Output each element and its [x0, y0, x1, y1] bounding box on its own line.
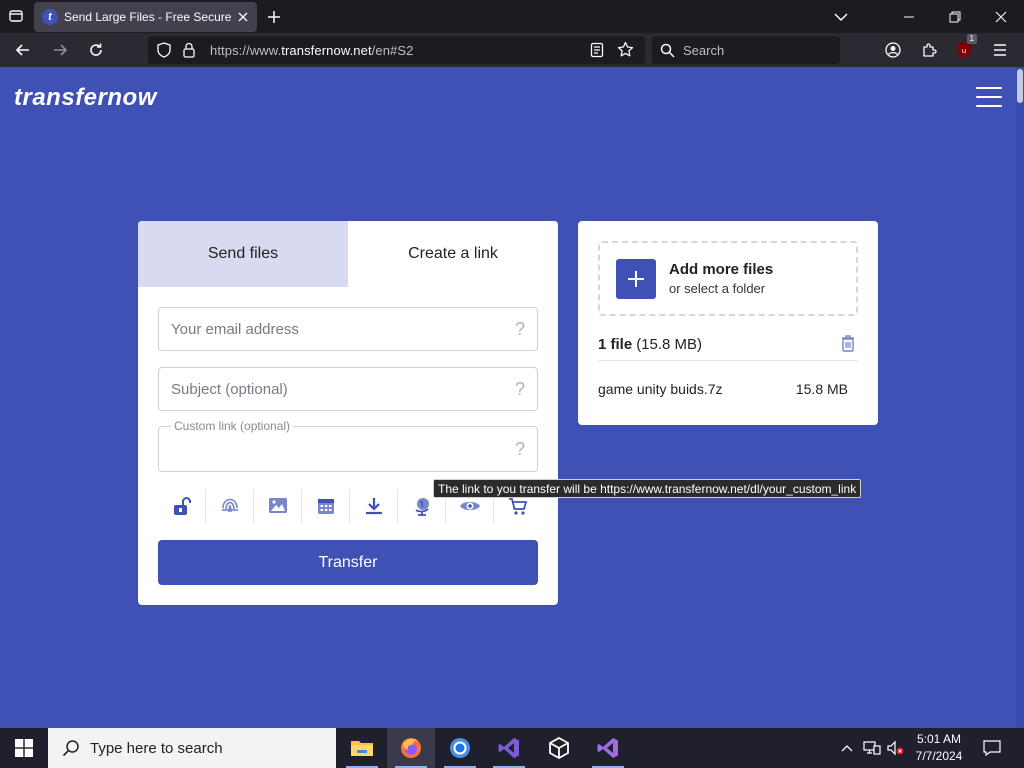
taskbar-search-placeholder: Type here to search [90, 739, 223, 757]
page-scrollbar[interactable] [1016, 67, 1024, 728]
unity-icon[interactable] [535, 728, 583, 768]
trash-icon[interactable] [840, 334, 856, 356]
show-hidden-icons-chevron-icon[interactable] [836, 728, 858, 768]
reader-view-icon[interactable] [590, 42, 604, 63]
windows-start-icon[interactable] [0, 728, 48, 768]
back-arrow-icon[interactable] [10, 37, 36, 63]
list-all-tabs-chevron-icon[interactable] [830, 6, 852, 28]
fingerprint-icon[interactable] [206, 489, 254, 523]
tab-title: Send Large Files - Free Secure File [64, 10, 234, 24]
restore-window-icon[interactable] [932, 0, 978, 33]
select-folder-link[interactable]: or select a folder [669, 281, 773, 296]
download-icon[interactable] [350, 489, 398, 523]
visual-studio-icon[interactable] [584, 728, 632, 768]
browser-tab-bar: t Send Large Files - Free Secure File [0, 0, 1024, 33]
file-name: game unity buids.7z [598, 381, 723, 397]
chrome-icon[interactable] [436, 728, 484, 768]
browser-toolbar: https://www.transfernow.net/en#S2 Search… [0, 33, 1024, 67]
add-files-dropzone[interactable]: Add more files or select a folder [598, 241, 858, 316]
reload-icon[interactable] [83, 37, 109, 63]
files-summary: 1 file (15.8 MB) [598, 329, 858, 361]
transfernow-favicon-icon: t [42, 9, 58, 25]
taskbar-clock[interactable]: 5:01 AM 7/7/2024 [905, 731, 973, 765]
new-tab-icon[interactable] [263, 6, 285, 28]
file-size: 15.8 MB [795, 381, 848, 397]
magnifier-icon [660, 43, 675, 58]
taskbar-search-box[interactable]: Type here to search [48, 728, 336, 768]
url-prefix: https://www. [210, 42, 282, 58]
scrollbar-thumb[interactable] [1017, 69, 1023, 103]
add-plus-icon[interactable] [616, 258, 656, 299]
dropzone-text: Add more files or select a folder [669, 261, 773, 296]
network-icon[interactable] [860, 728, 884, 768]
close-tab-icon[interactable] [235, 9, 251, 25]
volume-muted-icon[interactable] [884, 728, 906, 768]
transfernow-logo[interactable]: transfernow [14, 84, 157, 112]
svg-text:u: u [962, 47, 966, 55]
calendar-icon[interactable] [302, 489, 350, 523]
transfer-button[interactable]: Transfer [158, 540, 538, 585]
url-text: https://www.transfernow.net/en#S2 [210, 43, 413, 58]
email-field[interactable]: Your email address ? [158, 307, 538, 351]
browser-tab-active[interactable]: t Send Large Files - Free Secure File [34, 2, 257, 32]
visual-studio-code-icon[interactable] [485, 728, 533, 768]
url-host: transfernow.net [281, 42, 372, 58]
webpage: transfernow Send files Create a link You… [0, 67, 1016, 728]
file-count: 1 file [598, 336, 633, 353]
web-search-placeholder: Search [683, 42, 725, 58]
file-explorer-icon[interactable] [338, 728, 386, 768]
clock-date: 7/7/2024 [915, 749, 963, 763]
email-help-icon[interactable]: ? [515, 319, 525, 340]
email-placeholder: Your email address [171, 320, 299, 338]
mode-tabs: Send files Create a link [138, 221, 558, 287]
close-window-icon[interactable] [978, 0, 1024, 33]
subject-placeholder: Subject (optional) [171, 380, 288, 398]
ublock-origin-icon[interactable]: u 1 [951, 34, 977, 63]
clock-time: 5:01 AM [916, 732, 962, 746]
address-bar[interactable]: https://www.transfernow.net/en#S2 [148, 36, 645, 64]
minimize-window-icon[interactable] [886, 0, 932, 33]
forward-arrow-icon[interactable] [47, 37, 73, 63]
bookmark-star-icon[interactable] [617, 41, 634, 63]
lock-open-icon[interactable] [158, 489, 206, 523]
custom-link-field[interactable]: Custom link (optional) ? [158, 419, 538, 472]
firefox-icon[interactable] [387, 728, 435, 768]
extensions-puzzle-icon[interactable] [916, 37, 942, 63]
custom-link-tooltip: The link to you transfer will be https:/… [433, 479, 862, 498]
account-icon[interactable] [880, 37, 906, 63]
taskbar-search-icon [62, 740, 79, 757]
image-icon[interactable] [254, 489, 302, 523]
extension-badge: 1 [966, 34, 977, 44]
web-search-bar[interactable]: Search [652, 36, 840, 64]
site-menu-icon[interactable] [976, 87, 1002, 107]
subject-field[interactable]: Subject (optional) ? [158, 367, 538, 411]
tab-send-files[interactable]: Send files [138, 221, 348, 287]
notifications-icon[interactable] [980, 728, 1004, 768]
list-item: game unity buids.7z 15.8 MB [598, 381, 858, 397]
lock-icon[interactable] [182, 42, 196, 63]
url-path: /en#S2 [371, 42, 414, 58]
subject-help-icon[interactable]: ? [515, 379, 525, 400]
add-more-files-label: Add more files [669, 261, 774, 278]
custom-link-label: Custom link (optional) [171, 419, 294, 433]
shield-icon[interactable] [156, 42, 172, 63]
windows-taskbar: Type here to search 5:01 AM 7/7/2024 [0, 728, 1024, 768]
transfer-form-card: Send files Create a link Your email addr… [138, 221, 558, 605]
tab-list-icon[interactable] [4, 4, 28, 28]
tab-create-link[interactable]: Create a link [348, 221, 558, 287]
total-size: (15.8 MB) [636, 336, 703, 353]
custom-link-help-icon[interactable]: ? [515, 439, 525, 460]
files-panel: Add more files or select a folder 1 file… [578, 221, 878, 425]
app-menu-icon[interactable] [987, 37, 1013, 63]
